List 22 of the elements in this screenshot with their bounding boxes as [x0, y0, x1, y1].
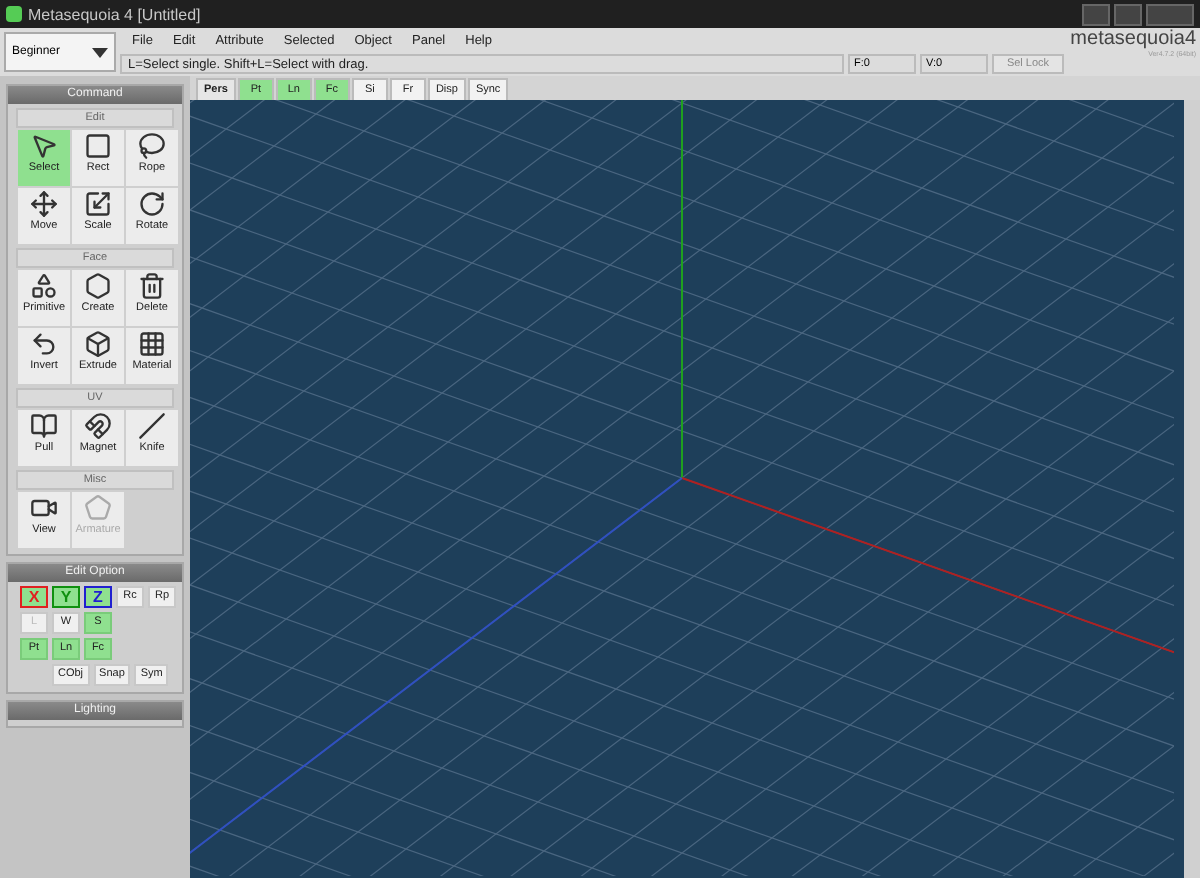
scale-icon — [84, 190, 112, 218]
flip-icon — [30, 330, 58, 358]
window-title: Metasequoia 4 [Untitled] — [28, 5, 201, 23]
box-icon — [84, 330, 112, 358]
grid-icon — [138, 330, 166, 358]
shapes-icon — [30, 272, 58, 300]
magnet-icon — [84, 412, 112, 440]
app-icon — [6, 6, 22, 22]
move-arrows-icon — [30, 190, 58, 218]
camera-icon — [30, 494, 58, 522]
square-icon — [84, 132, 112, 160]
rotate-icon — [138, 190, 166, 218]
logo-text: metasequoia4 — [1070, 28, 1196, 50]
pointer-icon — [30, 132, 58, 160]
scroll-bar[interactable] — [1184, 100, 1200, 878]
pentagon-icon — [84, 494, 112, 522]
trash-icon — [138, 272, 166, 300]
knife-icon — [138, 412, 166, 440]
lasso-icon — [138, 132, 166, 160]
option-toggle[interactable]: Z — [84, 586, 112, 608]
caret-icon — [92, 47, 108, 57]
polygon-icon — [84, 272, 112, 300]
